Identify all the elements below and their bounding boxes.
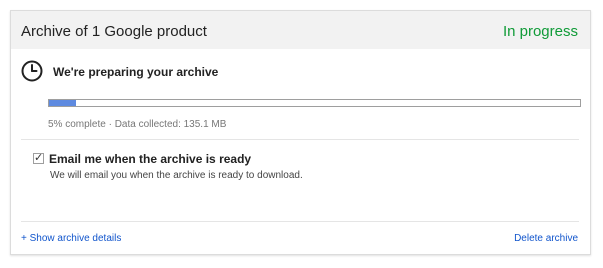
archive-card-header: Archive of 1 Google product In progress (11, 11, 590, 49)
divider (21, 221, 579, 222)
progress-heading: We're preparing your archive (53, 65, 219, 79)
progress-bar (48, 99, 581, 107)
clock-icon (21, 60, 43, 82)
divider (21, 139, 579, 140)
archive-title: Archive of 1 Google product (21, 23, 207, 40)
email-checkbox[interactable]: ✓ (33, 152, 44, 164)
progress-meta: 5% complete · Data collected: 135.1 MB (48, 119, 227, 130)
progress-bar-fill (49, 100, 76, 106)
delete-archive-link[interactable]: Delete archive (514, 233, 578, 244)
email-description: We will email you when the archive is re… (50, 170, 303, 181)
checkmark-icon: ✓ (34, 152, 44, 164)
archive-card: Archive of 1 Google product In progress … (10, 10, 591, 255)
show-archive-details-link[interactable]: + Show archive details (21, 233, 121, 244)
archive-status: In progress (502, 23, 578, 40)
email-label: Email me when the archive is ready (49, 152, 252, 166)
